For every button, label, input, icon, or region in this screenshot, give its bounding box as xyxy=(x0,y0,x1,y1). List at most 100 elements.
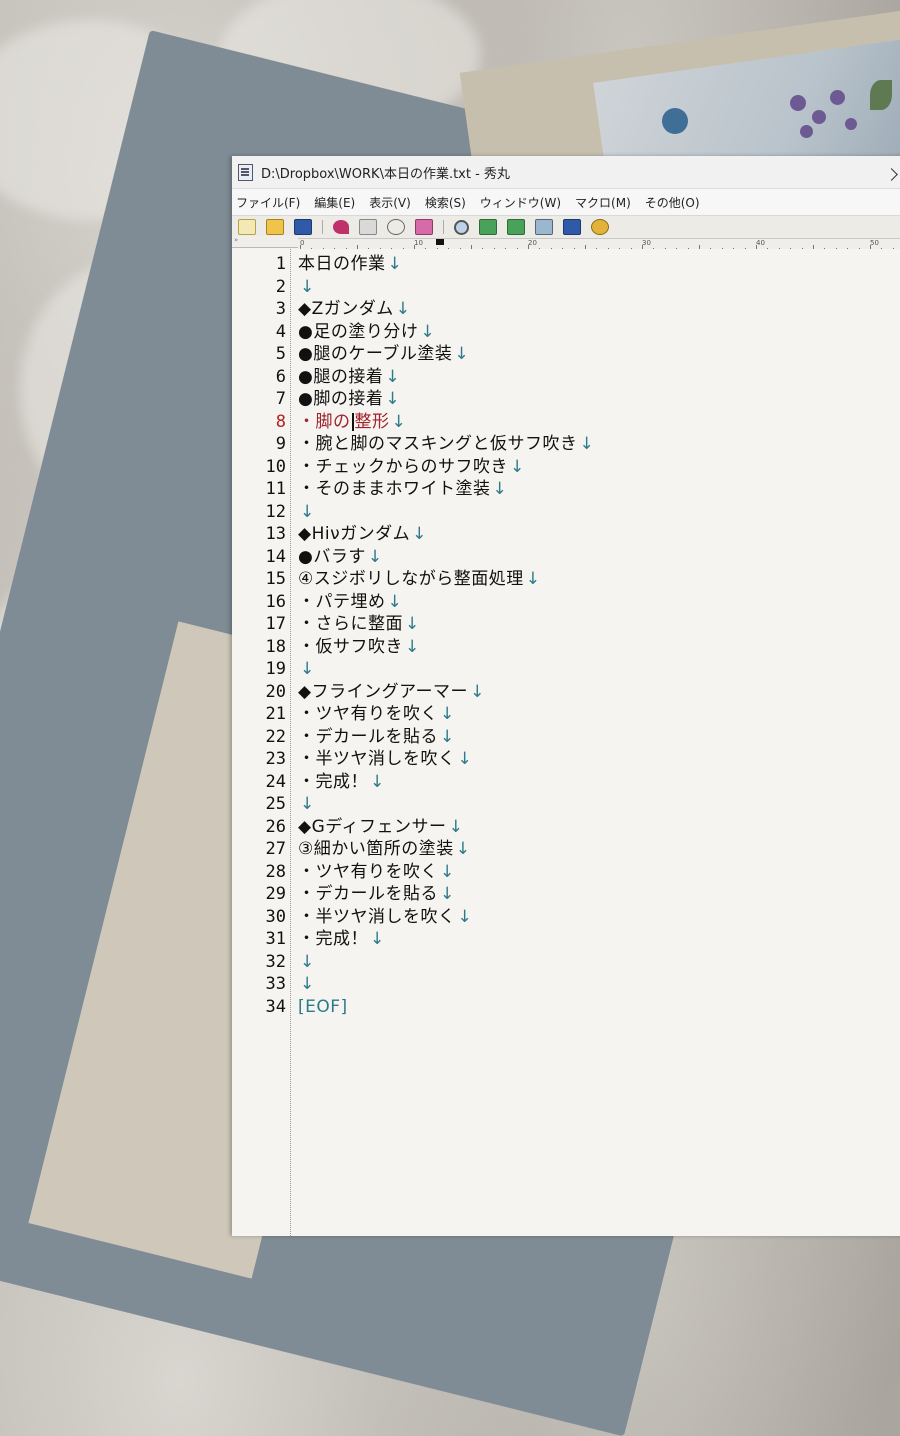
ruler-label: 40 xyxy=(756,239,765,247)
find-next-down-icon[interactable] xyxy=(479,219,497,235)
editor-line-11[interactable]: 11 ・そのままホワイト塗装 ↓ xyxy=(232,478,900,501)
line-end-arrow-icon: ↓ xyxy=(510,456,525,477)
line-number: 12 xyxy=(265,501,286,522)
editor-line-14[interactable]: 14 ●バラす ↓ xyxy=(232,546,900,569)
menu-edit[interactable]: 編集(E) xyxy=(314,194,355,211)
line-end-arrow-icon: ↓ xyxy=(412,524,427,544)
copy-icon[interactable] xyxy=(415,219,433,235)
chevron-icon[interactable] xyxy=(885,168,898,181)
open-folder-icon[interactable] xyxy=(266,219,284,235)
menu-view[interactable]: 表示(V) xyxy=(369,194,411,211)
line-end-arrow-icon: ↓ xyxy=(440,704,455,724)
editor-line-17[interactable]: 17 ・さらに整面 ↓ xyxy=(232,613,900,636)
find-next-up-icon[interactable] xyxy=(507,219,525,235)
editor-line-12[interactable]: 12 ↓ xyxy=(232,501,900,524)
line-text: ・チェックからのサフ吹き ↓ xyxy=(298,456,525,477)
line-text: ↓ xyxy=(298,793,315,816)
editor-line-26[interactable]: 26 ◆Gディフェンサー ↓ xyxy=(232,816,900,839)
menu-macro[interactable]: マクロ(M) xyxy=(575,194,631,211)
editor-line-19[interactable]: 19 ↓ xyxy=(232,658,900,681)
line-end-arrow-icon: ↓ xyxy=(370,771,385,792)
line-text: ④スジボリしながら整面処理 ↓ xyxy=(298,569,541,589)
line-text: ・仮サフ吹き ↓ xyxy=(298,636,420,657)
line-text: ・デカールを貼る ↓ xyxy=(298,726,455,747)
editor-line-16[interactable]: 16 ・パテ埋め ↓ xyxy=(232,591,900,614)
line-end-arrow-icon: ↓ xyxy=(457,749,473,769)
editor-line-21[interactable]: 21 ・ツヤ有りを吹く ↓ xyxy=(232,703,900,726)
line-end-arrow-icon: ↓ xyxy=(395,299,411,319)
editor-line-9[interactable]: 9 ・腕と脚のマスキングと仮サフ吹き ↓ xyxy=(232,433,900,456)
editor-line-25[interactable]: 25 ↓ xyxy=(232,793,900,816)
menu-search[interactable]: 検索(S) xyxy=(425,194,466,211)
new-file-icon[interactable] xyxy=(238,219,256,235)
line-number: 11 xyxy=(265,479,286,499)
search-icon[interactable] xyxy=(454,219,469,235)
editor-line-24[interactable]: 24 ・完成！ ↓ xyxy=(232,771,900,794)
split-window-icon[interactable] xyxy=(563,219,581,235)
editor-line-6[interactable]: 6 ●腿の接着 ↓ xyxy=(232,366,900,389)
editor-line-18[interactable]: 18 ・仮サフ吹き ↓ xyxy=(232,636,900,659)
menu-window[interactable]: ウィンドウ(W) xyxy=(480,194,561,211)
eof-marker: [EOF] xyxy=(298,996,348,1017)
line-number: 22 xyxy=(265,726,286,747)
editor-line-8[interactable]: 8 ・脚の 整形 ↓ xyxy=(232,411,900,434)
line-end-arrow-icon: ↓ xyxy=(454,344,470,364)
editor-line-29[interactable]: 29 ・デカールを貼る ↓ xyxy=(232,883,900,906)
line-end-arrow-icon: ↓ xyxy=(455,839,471,859)
text-editor[interactable]: 1 本日の作業 ↓ 2 ↓ 3 ◆Zガンダム ↓ 4 ●足の塗り分け ↓ 5 ●腿のケーブル塗装 ↓ 6 ●腿… xyxy=(232,249,900,1236)
editor-line-22[interactable]: 22 ・デカールを貼る ↓ xyxy=(232,726,900,749)
editor-line-4[interactable]: 4 ●足の塗り分け ↓ xyxy=(232,321,900,344)
editor-line-1[interactable]: 1 本日の作業 ↓ xyxy=(232,253,900,276)
editor-line-2[interactable]: 2 ↓ xyxy=(232,276,900,299)
editor-line-13[interactable]: 13 ◆Hiνガンダム ↓ xyxy=(232,523,900,546)
editor-line-30[interactable]: 30 ・半ツヤ消しを吹く ↓ xyxy=(232,906,900,929)
line-end-arrow-icon: ↓ xyxy=(470,681,485,702)
line-text: ●腿の接着 ↓ xyxy=(298,366,401,387)
editor-window: D:\Dropbox\WORK\本日の作業.txt - 秀丸 ファイル(F) 編… xyxy=(232,156,900,1236)
line-end-arrow-icon: ↓ xyxy=(300,276,315,297)
menu-bar: ファイル(F) 編集(E) 表示(V) 検索(S) ウィンドウ(W) マクロ(M… xyxy=(232,189,900,215)
line-text: ↓ xyxy=(298,658,315,681)
line-end-arrow-icon: ↓ xyxy=(385,366,401,387)
line-text: ●腿のケーブル塗装 ↓ xyxy=(298,344,470,364)
line-number: 25 xyxy=(265,794,286,814)
menu-file[interactable]: ファイル(F) xyxy=(236,194,300,211)
line-number: 30 xyxy=(265,906,286,927)
grep-icon[interactable] xyxy=(535,219,553,235)
editor-line-34[interactable]: 34 [EOF] xyxy=(232,996,900,1019)
line-number: 24 xyxy=(265,771,286,792)
menu-other[interactable]: その他(O) xyxy=(645,194,700,211)
editor-line-31[interactable]: 31 ・完成！ ↓ xyxy=(232,928,900,951)
ruler-label: 20 xyxy=(528,239,537,247)
editor-line-15[interactable]: 15 ④スジボリしながら整面処理 ↓ xyxy=(232,568,900,591)
editor-line-7[interactable]: 7 ●脚の接着 ↓ xyxy=(232,388,900,411)
editor-line-28[interactable]: 28 ・ツヤ有りを吹く ↓ xyxy=(232,861,900,884)
line-end-arrow-icon: ↓ xyxy=(420,321,436,342)
editor-line-5[interactable]: 5 ●腿のケーブル塗装 ↓ xyxy=(232,343,900,366)
editor-line-20[interactable]: 20 ◆フライングアーマー ↓ xyxy=(232,681,900,704)
window-icon[interactable] xyxy=(359,219,377,235)
editor-line-32[interactable]: 32 ↓ xyxy=(232,951,900,974)
cut-icon[interactable] xyxy=(387,219,405,235)
line-end-arrow-icon: ↓ xyxy=(367,546,383,567)
line-number: 1 xyxy=(275,254,286,274)
title-bar[interactable]: D:\Dropbox\WORK\本日の作業.txt - 秀丸 xyxy=(232,156,900,189)
line-number: 18 xyxy=(265,636,286,657)
editor-line-33[interactable]: 33 ↓ xyxy=(232,973,900,996)
line-number: 13 xyxy=(265,524,286,544)
line-text: ・デカールを貼る ↓ xyxy=(298,884,455,904)
editor-line-10[interactable]: 10 ・チェックからのサフ吹き ↓ xyxy=(232,456,900,479)
line-number: 32 xyxy=(265,951,286,972)
help-icon[interactable] xyxy=(591,219,609,235)
editor-line-27[interactable]: 27 ③細かい箇所の塗装 ↓ xyxy=(232,838,900,861)
line-text: ↓ xyxy=(298,973,315,996)
save-icon[interactable] xyxy=(294,219,312,235)
editor-line-3[interactable]: 3 ◆Zガンダム ↓ xyxy=(232,298,900,321)
line-text: ↓ xyxy=(298,501,315,524)
line-text: ↓ xyxy=(298,276,315,299)
line-end-arrow-icon: ↓ xyxy=(391,411,407,432)
line-number: 31 xyxy=(265,929,286,949)
undo-icon[interactable] xyxy=(333,220,349,234)
editor-line-23[interactable]: 23 ・半ツヤ消しを吹く ↓ xyxy=(232,748,900,771)
ruler-label: 30 xyxy=(642,239,651,247)
